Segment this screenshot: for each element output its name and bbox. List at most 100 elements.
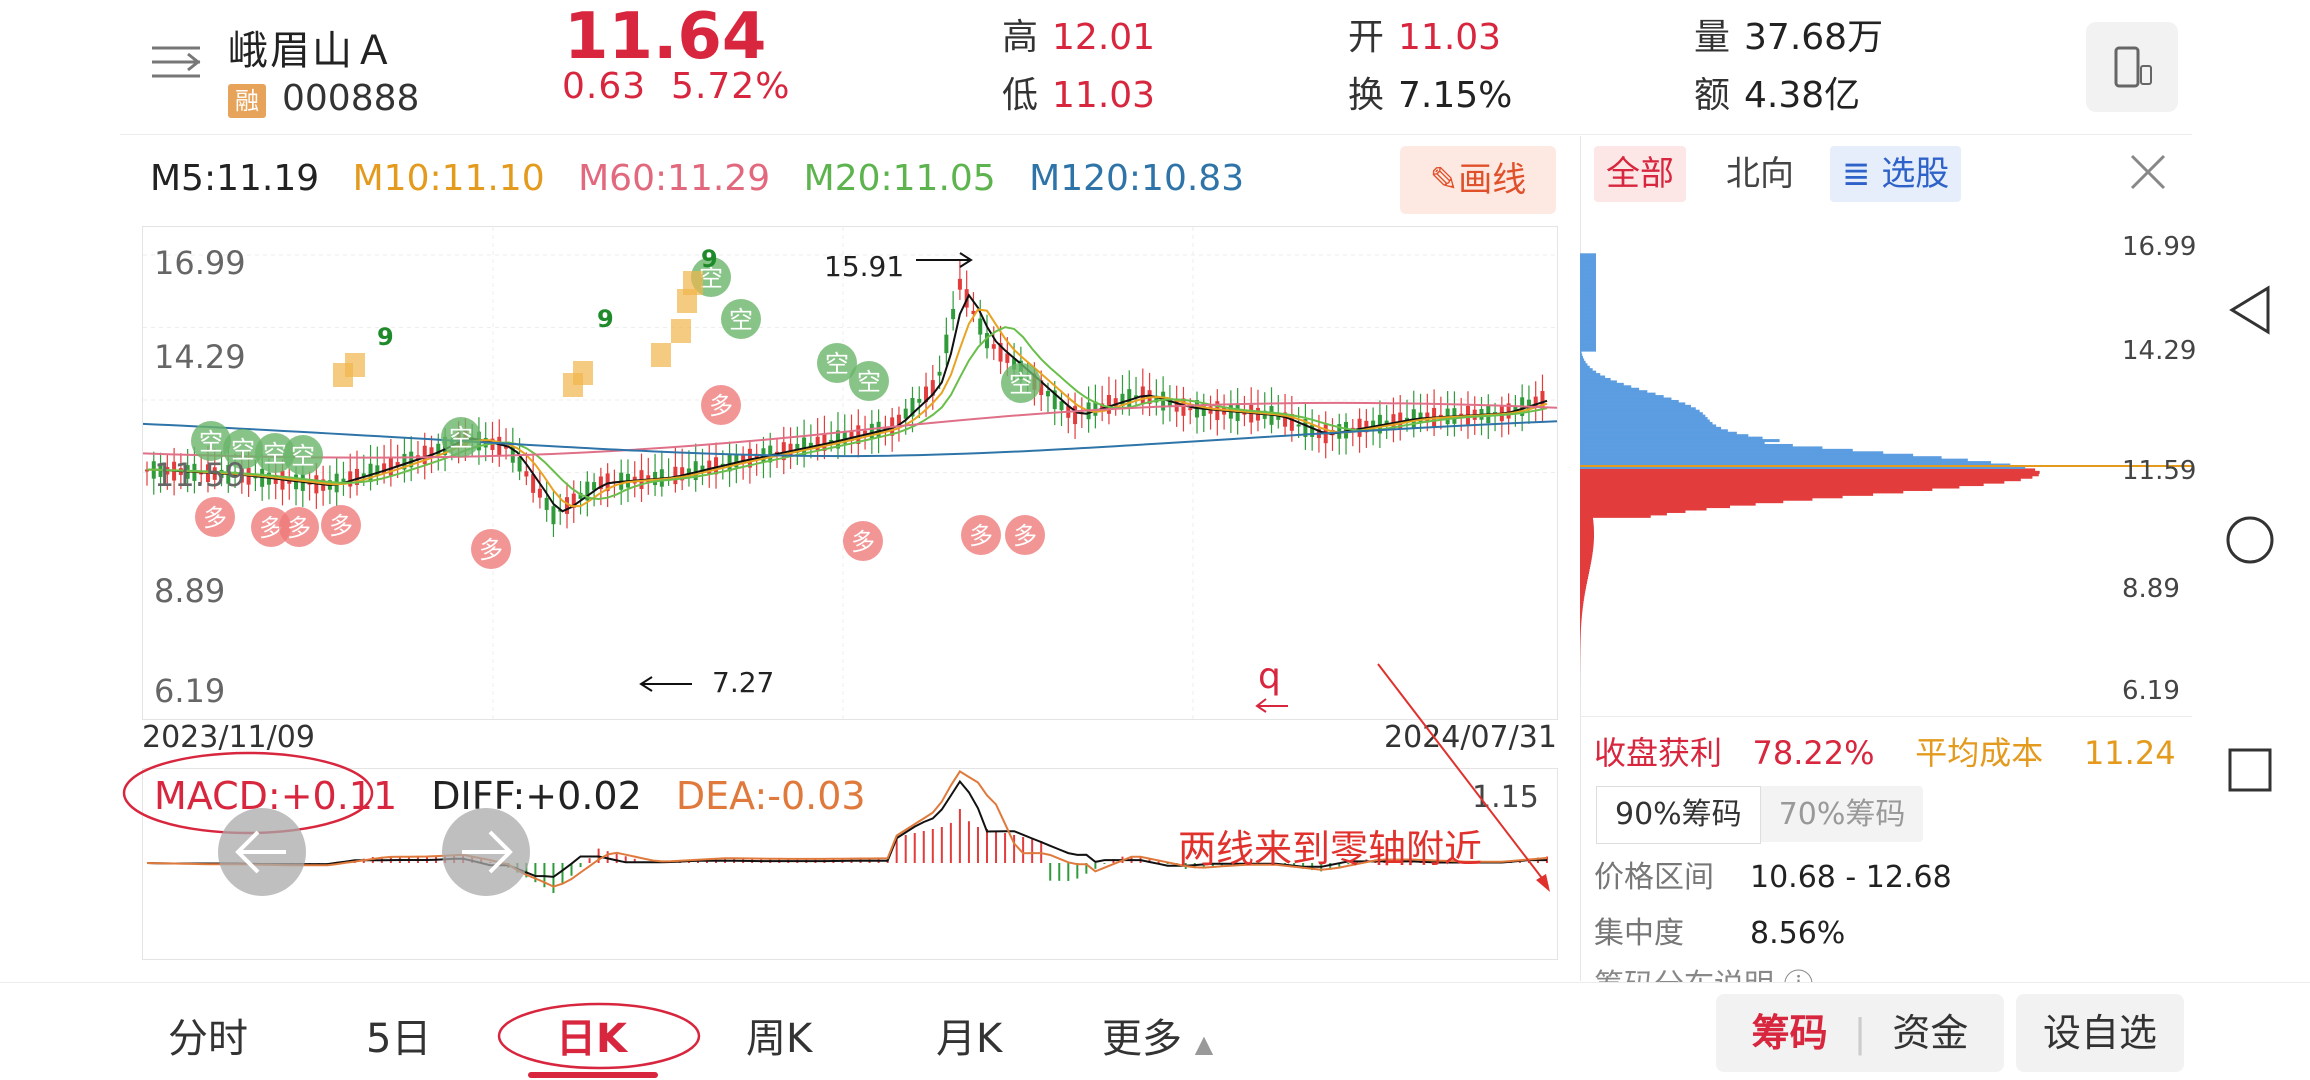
chips-button[interactable]: 筹码 [1752, 1011, 1828, 1055]
bottom-divider [0, 982, 2310, 983]
kong-marker: 空 [849, 361, 889, 401]
y-label-4: 8.89 [154, 572, 226, 610]
candle-body [1106, 395, 1111, 414]
duo-marker: 多 [1005, 515, 1045, 555]
add-watchlist-button[interactable]: 设自选 [2016, 994, 2184, 1072]
turnover-stat: 换 7.15% [1348, 75, 1513, 116]
candle-body [1059, 401, 1064, 411]
chip-description-link[interactable]: 筹码分布说明 ⓘ [1594, 962, 2184, 982]
funds-button[interactable]: 资金 [1892, 1011, 1968, 1055]
count-marker [573, 361, 593, 385]
chip-price-4: 8.89 [2122, 574, 2180, 604]
duo-marker: 多 [843, 521, 883, 561]
chip-ratio-tabs: 90%筹码 70%筹码 [1596, 786, 1924, 844]
kline-chart[interactable]: 空空空空空空空空空空多多多多多多多多多999 [142, 226, 1558, 720]
count-marker [651, 343, 671, 367]
amount-stat: 额 4.38亿 [1694, 75, 1861, 116]
candle-body [1140, 386, 1145, 404]
kong-marker-text: 空 [449, 424, 473, 452]
candle-body [944, 334, 949, 354]
tab-stock-picker[interactable]: ≣ 选股 [1830, 146, 1962, 202]
duo-marker-text: 多 [287, 514, 311, 542]
help-icon: ⓘ [1784, 968, 1814, 982]
arrow-left-icon [235, 830, 286, 874]
kong-marker-text: 空 [729, 306, 753, 334]
candle-body [551, 506, 556, 525]
kong-marker-text: 空 [199, 428, 223, 456]
home-nav-icon[interactable] [2220, 510, 2280, 570]
arrow-right-icon [916, 252, 973, 268]
volume-stat: 量 37.68万 [1694, 17, 1884, 58]
caret-up-icon: ▲ [1194, 1030, 1214, 1058]
kong-marker-text: 空 [857, 368, 881, 396]
tab-70-chips[interactable]: 70%筹码 [1761, 787, 1924, 843]
tab-more[interactable]: 更多 ▲ [1102, 1006, 1213, 1064]
draw-line-button[interactable]: ✎画线 [1400, 146, 1556, 214]
candle-body [524, 471, 529, 477]
y-label-5: 6.19 [154, 672, 226, 710]
chip-desc-clip: 筹码分布说明 ⓘ [1594, 962, 2184, 982]
candle-body [1045, 391, 1050, 397]
ma-legend: M5:11.19 M10:11.10 M60:11.29 M20:11.05 M… [150, 158, 1266, 199]
tab-90-chips[interactable]: 90%筹码 [1596, 786, 1761, 844]
layout-toggle-button[interactable] [2086, 22, 2178, 112]
candle-body [497, 436, 502, 455]
duo-marker-text: 多 [1013, 522, 1037, 550]
low-stat: 低 11.03 [1002, 75, 1156, 116]
scroll-right-button[interactable] [442, 808, 530, 896]
annotation-arrow-icon [1377, 663, 1550, 892]
back-nav-icon[interactable] [2220, 280, 2280, 340]
ma20-value: M20:11.05 [803, 158, 996, 199]
scroll-left-button[interactable] [218, 808, 306, 896]
close-icon[interactable] [2126, 150, 2170, 194]
tab-all[interactable]: 全部 [1594, 146, 1686, 202]
candle-body [937, 371, 942, 376]
kong-marker: 空 [721, 299, 761, 339]
kong-marker-text: 空 [291, 442, 315, 470]
tab-northbound[interactable]: 北向 [1714, 146, 1806, 202]
y-label-3: 11.59 [154, 456, 246, 494]
candle-body [876, 421, 881, 438]
y-label-2: 14.29 [154, 338, 246, 376]
recents-nav-icon[interactable] [2220, 740, 2280, 800]
margin-badge: 融 [228, 84, 266, 118]
stock-code: 000888 [282, 78, 420, 119]
kline-svg: 空空空空空空空空空 空多多多多多多多多多999 [142, 227, 1558, 719]
change-amount: 0.63 [562, 66, 647, 107]
candle-body [1296, 424, 1301, 427]
ma5-value: M5:11.19 [150, 158, 320, 199]
tab-intraday[interactable]: 分时 [168, 1006, 248, 1064]
duo-marker: 多 [321, 505, 361, 545]
high-annotation: 15.91 [824, 250, 905, 283]
candle-body [869, 423, 874, 439]
tab-weekly-k[interactable]: 周K [746, 1006, 812, 1064]
candle-body [348, 471, 353, 487]
ma60-value: M60:11.29 [578, 158, 771, 199]
scribble-arrow-icon [1255, 698, 1288, 713]
candle-body [815, 436, 820, 452]
chip-distribution-chart [1580, 253, 2192, 687]
menu-icon[interactable] [148, 40, 204, 88]
scribble-mark: q [1258, 656, 1281, 697]
kong-marker-text: 空 [1009, 370, 1033, 398]
candle-body [673, 466, 678, 485]
chip-price-5: 6.19 [2122, 676, 2180, 706]
duo-marker-text: 多 [203, 504, 227, 532]
tab-monthly-k[interactable]: 月K [936, 1006, 1002, 1064]
candle-body [951, 308, 956, 320]
kong-marker-text: 空 [825, 350, 849, 378]
nine-marker: 9 [377, 323, 394, 351]
duo-marker: 多 [279, 507, 319, 547]
ma10-value: M10:11.10 [352, 158, 545, 199]
nine-marker: 9 [597, 305, 614, 333]
stock-name[interactable]: 峨眉山Ａ [228, 18, 396, 76]
pencil-icon: ✎ [1429, 160, 1459, 200]
candle-body [368, 463, 373, 483]
chip-price-1: 16.99 [2122, 232, 2197, 262]
candle-body [978, 318, 983, 335]
chip-price-2: 14.29 [2122, 336, 2197, 366]
active-tab-indicator [528, 1072, 658, 1078]
tab-5day[interactable]: 5日 [366, 1006, 431, 1064]
price-range-row: 价格区间 10.68 - 12.68 [1594, 860, 1952, 895]
current-price: 11.64 [564, 0, 767, 74]
